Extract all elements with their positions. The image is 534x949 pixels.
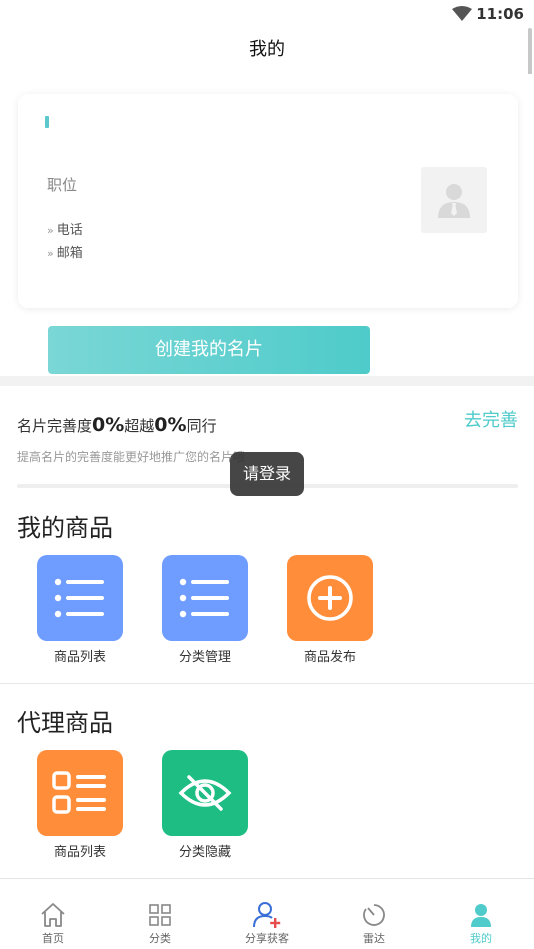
category-hide-item[interactable]: 分类隐藏 <box>161 750 249 860</box>
tab-label: 雷达 <box>363 932 385 945</box>
create-card-button[interactable]: 创建我的名片 <box>48 326 370 374</box>
tab-label: 分类 <box>149 932 171 945</box>
grid-item-label: 分类隐藏 <box>178 845 231 860</box>
wifi-icon <box>452 6 472 26</box>
grid-item-label: 商品发布 <box>303 650 356 665</box>
business-card-section: 职位 » 电话 » 邮箱 创建我的名片 <box>0 74 534 376</box>
page-header: 我的 <box>0 28 534 74</box>
completeness-middle: 超越 <box>124 417 155 435</box>
list-icon <box>37 555 123 641</box>
position-label: 职位 <box>47 176 78 194</box>
completeness-hint: 提高名片的完善度能更好地推广您的名片哦 <box>17 450 246 464</box>
grid-icon <box>107 900 213 930</box>
status-bar: 11:06 <box>0 0 534 28</box>
tab-label: 首页 <box>42 932 64 945</box>
page-title: 我的 <box>249 39 285 60</box>
phone-label: 电话 <box>56 223 83 238</box>
tab-share[interactable]: 分享获客 <box>214 879 320 949</box>
tab-category[interactable]: 分类 <box>107 879 213 949</box>
row-marker: » <box>47 247 54 260</box>
business-card[interactable]: 职位 » 电话 » 邮箱 <box>18 94 518 308</box>
grid-item-label: 商品列表 <box>53 845 106 860</box>
login-toast: 请登录 <box>230 452 304 496</box>
completeness-suffix: 同行 <box>186 417 217 435</box>
email-label: 邮箱 <box>56 246 83 261</box>
tab-label: 分享获客 <box>245 932 289 945</box>
my-products-title: 我的商品 <box>17 514 113 542</box>
category-manage-item[interactable]: 分类管理 <box>161 555 249 665</box>
peer-percent: 0% <box>154 414 187 436</box>
section-separator <box>0 376 534 386</box>
completeness-percent: 0% <box>92 414 125 436</box>
agent-products-title: 代理商品 <box>17 709 113 737</box>
tab-home[interactable]: 首页 <box>0 879 106 949</box>
publish-product-item[interactable]: 商品发布 <box>286 555 374 665</box>
home-icon <box>0 900 106 930</box>
section-divider <box>0 683 534 684</box>
eye-off-icon <box>162 750 248 836</box>
tab-mine[interactable]: 我的 <box>428 879 534 949</box>
avatar-placeholder-icon <box>438 184 470 218</box>
row-marker: » <box>47 224 54 237</box>
status-time: 11:06 <box>476 5 524 23</box>
phone-row: » 电话 <box>47 219 83 238</box>
tab-radar[interactable]: 雷达 <box>321 879 427 949</box>
my-product-list-item[interactable]: 商品列表 <box>36 555 124 665</box>
share-user-icon <box>214 900 320 930</box>
list-icon <box>162 555 248 641</box>
bottom-tab-bar: 首页 分类 分享获客 雷达 我的 <box>0 878 534 949</box>
completeness-prefix: 名片完善度 <box>17 417 93 435</box>
avatar[interactable] <box>421 167 487 233</box>
checklist-icon <box>37 750 123 836</box>
agent-product-list-item[interactable]: 商品列表 <box>36 750 124 860</box>
completeness-text: 名片完善度0%超越0%同行 <box>17 414 217 436</box>
grid-item-label: 商品列表 <box>53 650 106 665</box>
plus-circle-icon <box>287 555 373 641</box>
grid-item-label: 分类管理 <box>178 650 231 665</box>
tab-label: 我的 <box>470 932 492 945</box>
name-accent-bar <box>45 116 49 128</box>
complete-profile-link[interactable]: 去完善 <box>464 406 518 432</box>
email-row: » 邮箱 <box>47 242 83 261</box>
radar-icon <box>321 900 427 930</box>
person-icon <box>428 900 534 930</box>
